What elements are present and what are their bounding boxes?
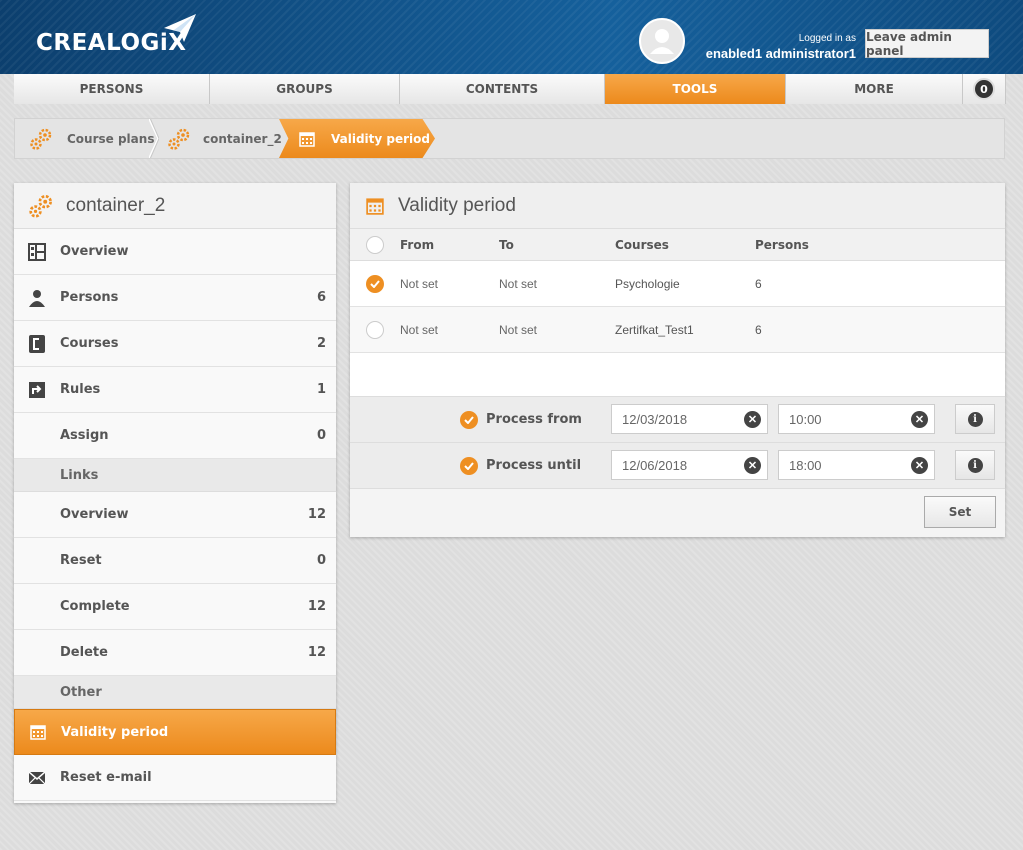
clear-time-icon[interactable]: ✕: [911, 411, 928, 428]
column-persons: Persons: [755, 237, 809, 252]
calendar-icon: [299, 131, 315, 147]
tab-persons[interactable]: PERSONS: [14, 74, 210, 104]
process-until-date-field[interactable]: ✕: [611, 450, 768, 480]
sidebar-item-persons[interactable]: Persons 6: [14, 275, 336, 321]
breadcrumb: Course plans container_2 Validity period: [14, 118, 1005, 159]
gears-icon: [168, 128, 190, 150]
clear-date-icon[interactable]: ✕: [744, 457, 761, 474]
process-from-row: Process from ✕ ✕ i: [350, 397, 1005, 443]
validity-period-panel: Validity period From To Courses Persons …: [350, 183, 1005, 537]
breadcrumb-label: container_2: [203, 131, 282, 146]
tab-more[interactable]: MORE: [786, 74, 963, 104]
main-nav: PERSONS GROUPS CONTENTS TOOLS MORE 0: [14, 74, 1006, 104]
leave-admin-panel-button[interactable]: Leave admin panel: [865, 29, 989, 58]
sidebar-header: container_2: [14, 183, 336, 229]
process-until-time-field[interactable]: ✕: [778, 450, 935, 480]
breadcrumb-current: Validity period: [279, 119, 435, 158]
notification-count-badge: 0: [973, 78, 995, 100]
sidebar-group-links: Links: [14, 459, 336, 492]
user-avatar-icon: [650, 29, 674, 54]
tab-groups[interactable]: GROUPS: [210, 74, 400, 104]
sidebar-group-other: Other: [14, 676, 336, 709]
breadcrumb-course-plans[interactable]: Course plans: [29, 119, 154, 158]
envelope-icon: [29, 771, 45, 784]
sidebar-item-links-reset[interactable]: Reset 0: [14, 538, 336, 584]
logged-in-label: Logged in as: [798, 33, 856, 44]
avatar[interactable]: [639, 18, 685, 64]
checkmark-icon: [464, 461, 474, 470]
process-until-row: Process until ✕ ✕ i: [350, 443, 1005, 489]
layout-icon: [28, 242, 46, 261]
sidebar-item-links-complete[interactable]: Complete 12: [14, 584, 336, 630]
course-icon: [29, 334, 45, 353]
breadcrumb-separator: [149, 119, 159, 158]
process-from-date-field[interactable]: ✕: [611, 404, 768, 434]
table-row[interactable]: Not set Not set Zertifkat_Test1 6: [350, 307, 1005, 353]
info-icon: i: [967, 457, 983, 473]
table-header: From To Courses Persons: [350, 229, 1005, 261]
rules-icon: [29, 381, 45, 398]
process-from-time-field[interactable]: ✕: [778, 404, 935, 434]
set-button[interactable]: Set: [924, 496, 996, 528]
person-icon: [29, 289, 45, 307]
user-name: enabled1 administrator1: [705, 46, 856, 61]
breadcrumb-label: Course plans: [67, 131, 155, 146]
row-checkbox[interactable]: [366, 320, 384, 339]
process-until-label[interactable]: Process until: [460, 456, 581, 475]
column-courses: Courses: [615, 237, 669, 252]
process-until-checkbox[interactable]: [460, 456, 478, 475]
panel-title: Validity period: [398, 194, 516, 216]
breadcrumb-container[interactable]: container_2: [167, 119, 282, 158]
airplane-logo-icon: [164, 14, 196, 42]
column-from: From: [400, 237, 435, 252]
column-to: To: [499, 237, 514, 252]
process-until-info-button[interactable]: i: [955, 450, 995, 480]
sidebar-item-reset-email[interactable]: Reset e-mail: [14, 755, 336, 801]
sidebar-title: container_2: [66, 194, 166, 216]
clear-date-icon[interactable]: ✕: [744, 411, 761, 428]
sidebar-item-validity-period[interactable]: Validity period: [14, 709, 336, 755]
sidebar: container_2 Overview Persons 6 Courses 2: [14, 183, 336, 803]
tab-tools[interactable]: TOOLS: [605, 74, 786, 104]
notifications-button[interactable]: 0: [963, 74, 1006, 104]
process-from-checkbox[interactable]: [460, 410, 478, 429]
sidebar-item-rules[interactable]: Rules 1: [14, 367, 336, 413]
sidebar-item-links-overview[interactable]: Overview 12: [14, 492, 336, 538]
sidebar-item-links-delete[interactable]: Delete 12: [14, 630, 336, 676]
row-checkbox-checked[interactable]: [366, 274, 384, 293]
gears-icon: [30, 128, 52, 150]
table-spacer: [350, 353, 1005, 397]
sidebar-item-overview[interactable]: Overview: [14, 229, 336, 275]
process-from-info-button[interactable]: i: [955, 404, 995, 434]
checkmark-icon: [464, 415, 474, 424]
process-from-label[interactable]: Process from: [460, 410, 582, 429]
panel-header: Validity period: [350, 183, 1005, 229]
gears-icon: [29, 194, 52, 218]
select-all-checkbox[interactable]: [366, 235, 384, 254]
app-header: CREALOGiX Logged in as enabled1 administ…: [0, 0, 1023, 74]
info-icon: i: [967, 411, 983, 427]
sidebar-item-courses[interactable]: Courses 2: [14, 321, 336, 367]
sidebar-item-assign[interactable]: Assign 0: [14, 413, 336, 459]
tab-contents[interactable]: CONTENTS: [400, 74, 605, 104]
checkmark-icon: [370, 279, 380, 288]
table-row[interactable]: Not set Not set Psychologie 6: [350, 261, 1005, 307]
clear-time-icon[interactable]: ✕: [911, 457, 928, 474]
breadcrumb-label: Validity period: [331, 131, 430, 146]
calendar-icon: [366, 197, 384, 215]
calendar-icon: [30, 725, 46, 740]
